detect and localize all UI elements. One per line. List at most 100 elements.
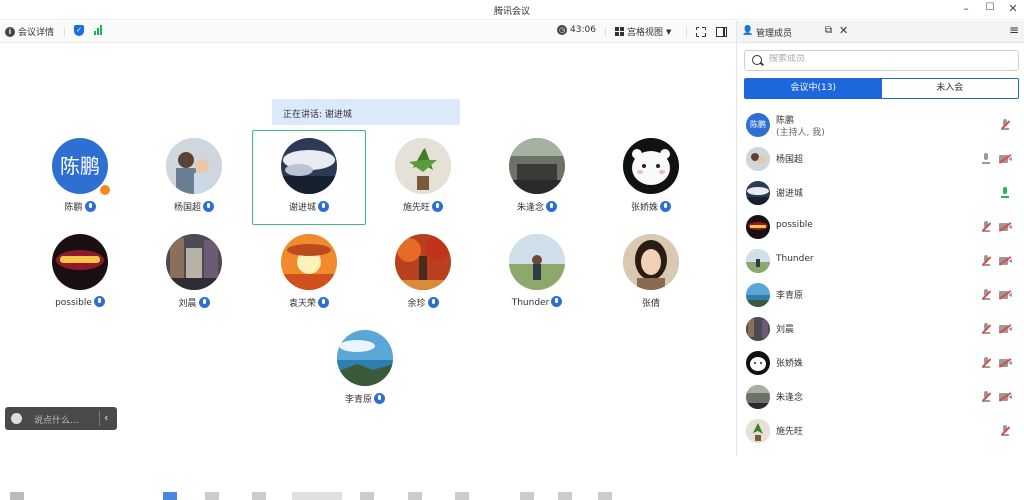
participant-name: 张娇姝 bbox=[630, 203, 658, 213]
avatar bbox=[281, 138, 337, 194]
participant-tile[interactable]: 李青原 bbox=[308, 324, 422, 419]
mic-muted-icon[interactable] bbox=[982, 289, 990, 300]
mic-icon[interactable] bbox=[982, 153, 990, 164]
split-layout-button[interactable] bbox=[716, 27, 727, 37]
member-panel-header: 👤 管理成员 ⧉ ✕ ≡ bbox=[737, 21, 1024, 43]
meeting-details-label: 会议详情 bbox=[18, 28, 55, 38]
mic-muted-icon[interactable] bbox=[982, 255, 990, 266]
member-name: 施先旺 bbox=[776, 427, 804, 437]
avatar bbox=[746, 249, 770, 273]
participant-tile[interactable]: 杨国超 bbox=[137, 132, 251, 227]
close-icon[interactable]: ✕ bbox=[1005, 2, 1021, 15]
participant-name: Thunder bbox=[511, 298, 550, 308]
divider bbox=[99, 411, 100, 426]
camera-off-icon[interactable] bbox=[999, 291, 1012, 299]
security-button[interactable]: ✓ bbox=[74, 25, 84, 36]
mic-muted-icon[interactable] bbox=[1001, 425, 1009, 436]
participant-name: 李青原 bbox=[344, 395, 372, 405]
mic-muted-icon[interactable] bbox=[982, 391, 990, 402]
avatar bbox=[395, 138, 451, 194]
view-mode-dropdown[interactable]: 宫格视图 ▼ bbox=[615, 25, 671, 38]
participant-tile[interactable]: 张娇姝 bbox=[594, 132, 708, 227]
mic-active-icon[interactable] bbox=[1001, 187, 1009, 198]
timer-value: 43:06 bbox=[570, 25, 596, 35]
participant-tile[interactable]: 陈鹏 陈鹏 bbox=[23, 132, 137, 227]
maximize-icon[interactable]: ☐ bbox=[982, 2, 998, 13]
member-name: Thunder bbox=[776, 254, 814, 264]
clock-icon: ◷ bbox=[557, 25, 567, 35]
participant-tile[interactable]: possible bbox=[23, 228, 137, 323]
title-bar: 腾讯会议 – ☐ ✕ bbox=[0, 0, 1024, 20]
mic-muted-icon[interactable] bbox=[982, 323, 990, 334]
member-row[interactable]: Thunder bbox=[737, 244, 1024, 278]
member-tabs: 会议中(13) 未入会 bbox=[744, 78, 1019, 99]
camera-off-icon[interactable] bbox=[999, 359, 1012, 367]
chat-placeholder[interactable]: 说点什么... bbox=[34, 413, 79, 426]
chat-input-bar[interactable]: 说点什么... ‹ bbox=[5, 407, 117, 430]
member-row[interactable]: 施先旺 bbox=[737, 414, 1024, 448]
speaking-indicator: 正在讲话: 谢进城 bbox=[272, 99, 460, 125]
members-icon: 👤 bbox=[742, 26, 754, 36]
participant-tile[interactable]: 刘晨 bbox=[137, 228, 251, 323]
avatar bbox=[746, 147, 770, 171]
participant-tile[interactable]: 余珍 bbox=[366, 228, 480, 323]
participant-name: 余珍 bbox=[407, 299, 426, 309]
mic-muted-icon[interactable] bbox=[982, 221, 990, 232]
mic-muted-icon[interactable] bbox=[1001, 119, 1009, 130]
member-name: possible bbox=[776, 220, 813, 230]
member-row[interactable]: 李青原 bbox=[737, 278, 1024, 312]
avatar-photo-landscape bbox=[509, 234, 565, 290]
member-search[interactable] bbox=[744, 50, 1019, 71]
mic-icon bbox=[198, 297, 210, 308]
divider bbox=[64, 27, 65, 37]
meeting-details-button[interactable]: i 会议详情 bbox=[5, 25, 54, 38]
participant-tile[interactable]: 朱逢念 bbox=[480, 132, 594, 227]
participant-tile-active[interactable]: 谢进城 bbox=[252, 130, 366, 225]
participant-name: 张倩 bbox=[641, 299, 660, 309]
member-row[interactable]: 张娇姝 bbox=[737, 346, 1024, 380]
camera-off-icon[interactable] bbox=[999, 325, 1012, 333]
avatar bbox=[166, 138, 222, 194]
collapse-chevron-icon[interactable]: ‹ bbox=[104, 411, 108, 424]
fullscreen-button[interactable] bbox=[695, 26, 706, 37]
signal-button[interactable] bbox=[94, 25, 102, 35]
member-name: 杨国超 bbox=[776, 155, 804, 165]
camera-off-icon[interactable] bbox=[999, 257, 1012, 265]
mic-muted-icon[interactable] bbox=[982, 357, 990, 368]
member-row[interactable]: possible bbox=[737, 210, 1024, 244]
participant-tile[interactable]: 袁天荣 bbox=[252, 228, 366, 323]
menu-icon[interactable]: ≡ bbox=[1009, 23, 1019, 37]
camera-off-icon[interactable] bbox=[999, 155, 1012, 163]
member-row[interactable]: 刘晨 bbox=[737, 312, 1024, 346]
avatar-photo-coast bbox=[337, 330, 393, 386]
bottom-toolbar-cutoff bbox=[0, 492, 736, 500]
timer: ◷ 43:06 bbox=[557, 25, 596, 35]
minimize-icon[interactable]: – bbox=[958, 2, 974, 15]
camera-off-icon[interactable] bbox=[999, 223, 1012, 231]
avatar bbox=[746, 317, 770, 341]
camera-off-icon[interactable] bbox=[999, 393, 1012, 401]
member-row[interactable]: 谢进城 bbox=[737, 176, 1024, 210]
close-panel-icon[interactable]: ✕ bbox=[839, 24, 848, 37]
member-row[interactable]: 陈鹏 陈鹏 (主持人, 我) bbox=[737, 108, 1024, 142]
pop-out-icon[interactable]: ⧉ bbox=[825, 25, 832, 36]
emoji-icon[interactable] bbox=[11, 413, 22, 424]
meeting-toolbar: i 会议详情 ✓ ◷ 43:06 宫格视图 ▼ bbox=[0, 21, 736, 43]
mic-icon bbox=[318, 201, 329, 212]
avatar bbox=[166, 234, 222, 290]
signal-icon bbox=[94, 25, 102, 35]
participant-tile[interactable]: Thunder bbox=[480, 228, 594, 323]
participant-tile[interactable]: 施先旺 bbox=[366, 132, 480, 227]
member-search-input[interactable] bbox=[769, 54, 1009, 64]
avatar-photo-astronomy bbox=[52, 234, 108, 290]
member-row[interactable]: 杨国超 bbox=[737, 142, 1024, 176]
avatar bbox=[746, 283, 770, 307]
participant-tile[interactable]: 张倩 bbox=[594, 228, 708, 323]
member-row[interactable]: 朱逢念 bbox=[737, 380, 1024, 414]
tab-not-joined[interactable]: 未入会 bbox=[882, 79, 1019, 98]
avatar bbox=[337, 330, 393, 386]
avatar bbox=[509, 234, 565, 290]
tab-in-meeting[interactable]: 会议中(13) bbox=[745, 79, 882, 98]
mic-icon bbox=[93, 296, 105, 307]
avatar bbox=[746, 215, 770, 239]
